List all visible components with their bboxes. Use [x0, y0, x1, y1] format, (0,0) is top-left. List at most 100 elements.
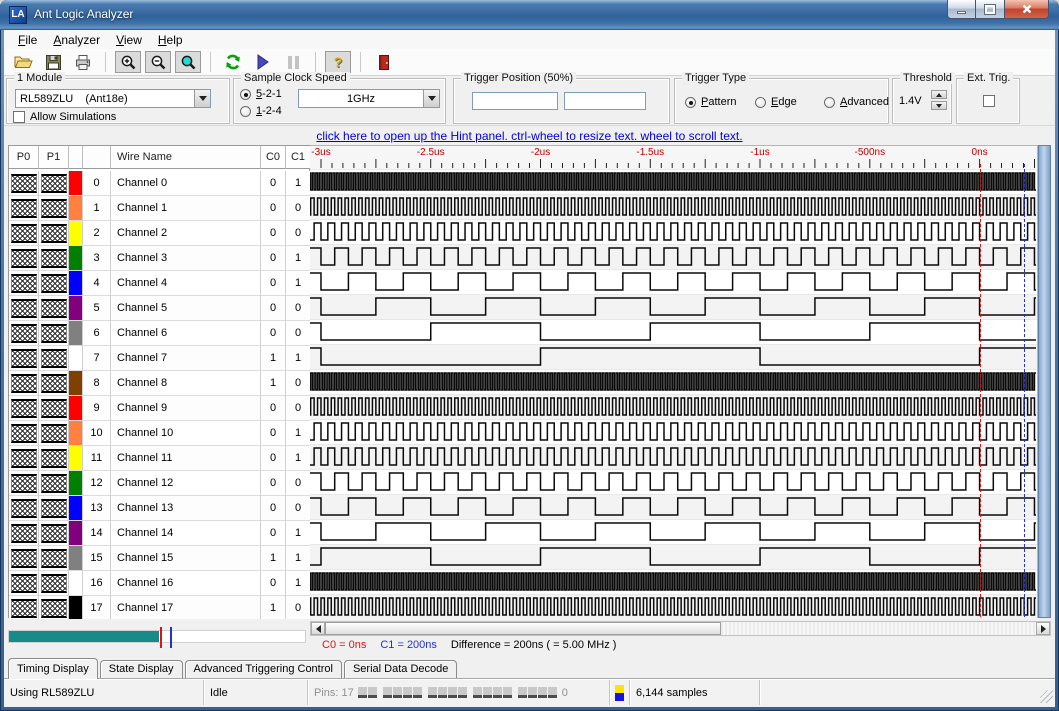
overview-cursor-c0[interactable] [160, 627, 162, 648]
trigger-pattern-p1-ch12[interactable] [39, 471, 69, 496]
channel-color-swatch[interactable] [69, 271, 83, 296]
vertical-scrollbar[interactable] [1038, 145, 1051, 618]
trigger-pattern-p1-ch1[interactable] [39, 196, 69, 221]
channel-color-swatch[interactable] [69, 296, 83, 321]
wire-name-ch10[interactable]: Channel 10 [111, 421, 261, 446]
zoom-out-button[interactable] [145, 51, 171, 73]
trigger-pattern-p0-ch5[interactable] [9, 296, 39, 321]
ext-trig-checkbox[interactable] [983, 95, 995, 107]
menu-item-analyzer[interactable]: Analyzer [45, 32, 108, 48]
trigger-pattern-p0-ch8[interactable] [9, 371, 39, 396]
trigger-pattern-p0-ch12[interactable] [9, 471, 39, 496]
wire-name-ch7[interactable]: Channel 7 [111, 346, 261, 371]
waveform-row-ch9[interactable] [310, 394, 1037, 419]
trigger-pattern-p1-ch2[interactable] [39, 221, 69, 246]
tab-advanced-triggering-control[interactable]: Advanced Triggering Control [185, 660, 342, 678]
waveform-row-ch17[interactable] [310, 594, 1037, 619]
waveform-row-ch3[interactable] [310, 244, 1037, 269]
title-bar[interactable]: LA Ant Logic Analyzer [0, 0, 1059, 30]
trigger-pattern-p0-ch14[interactable] [9, 521, 39, 546]
wire-name-ch15[interactable]: Channel 15 [111, 546, 261, 571]
trigger-pattern-p1-ch3[interactable] [39, 246, 69, 271]
channel-color-swatch[interactable] [69, 196, 83, 221]
channel-color-swatch[interactable] [69, 471, 83, 496]
trigger-pattern-p1-ch15[interactable] [39, 546, 69, 571]
channel-color-swatch[interactable] [69, 371, 83, 396]
wire-name-ch16[interactable]: Channel 16 [111, 571, 261, 596]
wire-name-ch5[interactable]: Channel 5 [111, 296, 261, 321]
save-button[interactable] [40, 51, 66, 73]
wire-name-ch1[interactable]: Channel 1 [111, 196, 261, 221]
trigger-pattern-p1-ch4[interactable] [39, 271, 69, 296]
waveform-row-ch16[interactable] [310, 569, 1037, 594]
trigger-type-radio-advanced[interactable]: Advanced [824, 96, 889, 108]
cursor-c1-line[interactable] [1024, 164, 1025, 617]
wire-name-ch9[interactable]: Channel 9 [111, 396, 261, 421]
wire-name-ch14[interactable]: Channel 14 [111, 521, 261, 546]
module-select[interactable]: RL589ZLU (Ant18e) [15, 89, 211, 108]
trigger-pattern-p0-ch3[interactable] [9, 246, 39, 271]
channel-color-swatch[interactable] [69, 221, 83, 246]
minimize-button[interactable] [947, 0, 976, 19]
trigger-pattern-p0-ch15[interactable] [9, 546, 39, 571]
channel-color-swatch[interactable] [69, 521, 83, 546]
module-select-arrow[interactable] [194, 90, 210, 107]
menu-item-view[interactable]: View [108, 32, 150, 48]
tab-state-display[interactable]: State Display [100, 660, 183, 678]
trigger-type-radio-pattern[interactable]: Pattern [685, 96, 736, 108]
trigger-pattern-p1-ch17[interactable] [39, 596, 69, 621]
trigger-pattern-p1-ch14[interactable] [39, 521, 69, 546]
waveform-row-ch5[interactable] [310, 294, 1037, 319]
radio-icon[interactable] [685, 97, 696, 108]
radio-icon[interactable] [240, 106, 251, 117]
waveform-row-ch7[interactable] [310, 344, 1037, 369]
waveform-row-ch10[interactable] [310, 419, 1037, 444]
trigger-pattern-p0-ch1[interactable] [9, 196, 39, 221]
channel-color-swatch[interactable] [69, 171, 83, 196]
channel-color-swatch[interactable] [69, 421, 83, 446]
trigger-pattern-p1-ch5[interactable] [39, 296, 69, 321]
waveform-row-ch15[interactable] [310, 544, 1037, 569]
waveform-row-ch1[interactable] [310, 194, 1037, 219]
clock-radio-5-2-1[interactable]: 5-2-1 [240, 88, 282, 100]
wire-name-ch3[interactable]: Channel 3 [111, 246, 261, 271]
refresh-button[interactable] [220, 51, 246, 73]
trigger-pattern-p0-ch9[interactable] [9, 396, 39, 421]
radio-icon[interactable] [755, 97, 766, 108]
trigger-position-field-2[interactable] [564, 92, 646, 110]
waveform-row-ch8[interactable] [310, 369, 1037, 394]
trigger-pattern-p0-ch11[interactable] [9, 446, 39, 471]
waveform-row-ch0[interactable] [310, 169, 1037, 194]
pause-button[interactable] [280, 51, 306, 73]
wire-name-ch17[interactable]: Channel 17 [111, 596, 261, 621]
close-button[interactable] [1004, 0, 1049, 19]
trigger-pattern-p1-ch13[interactable] [39, 496, 69, 521]
zoom-in-button[interactable] [115, 51, 141, 73]
time-ruler-row[interactable]: -3us-2.5us-2us-1.5us-1us-500ns0ns [310, 146, 1037, 169]
clock-speed-select[interactable]: 1GHz [298, 89, 440, 108]
exit-button[interactable] [370, 51, 396, 73]
resize-grip[interactable] [1040, 690, 1053, 703]
channel-color-swatch[interactable] [69, 446, 83, 471]
trigger-pattern-p1-ch11[interactable] [39, 446, 69, 471]
clock-radio-1-2-4[interactable]: 1-2-4 [240, 105, 282, 117]
wire-name-ch0[interactable]: Channel 0 [111, 171, 261, 196]
tab-serial-data-decode[interactable]: Serial Data Decode [344, 660, 457, 678]
radio-icon[interactable] [240, 89, 251, 100]
scrollbar-track[interactable] [721, 622, 1036, 635]
trigger-pattern-p0-ch16[interactable] [9, 571, 39, 596]
hint-link[interactable]: click here to open up the Hint panel. ct… [316, 129, 742, 143]
trigger-pattern-p1-ch10[interactable] [39, 421, 69, 446]
channel-color-swatch[interactable] [69, 496, 83, 521]
menu-item-file[interactable]: File [10, 32, 45, 48]
wire-name-ch4[interactable]: Channel 4 [111, 271, 261, 296]
channel-color-swatch[interactable] [69, 246, 83, 271]
trigger-pattern-p0-ch17[interactable] [9, 596, 39, 621]
trigger-pattern-p1-ch9[interactable] [39, 396, 69, 421]
allow-simulations-checkbox[interactable] [13, 111, 25, 123]
overview-cursor-c1[interactable] [170, 627, 172, 648]
wire-name-ch12[interactable]: Channel 12 [111, 471, 261, 496]
cursor-c0-line[interactable] [980, 164, 981, 617]
waveform-row-ch2[interactable] [310, 219, 1037, 244]
trigger-pattern-p0-ch13[interactable] [9, 496, 39, 521]
